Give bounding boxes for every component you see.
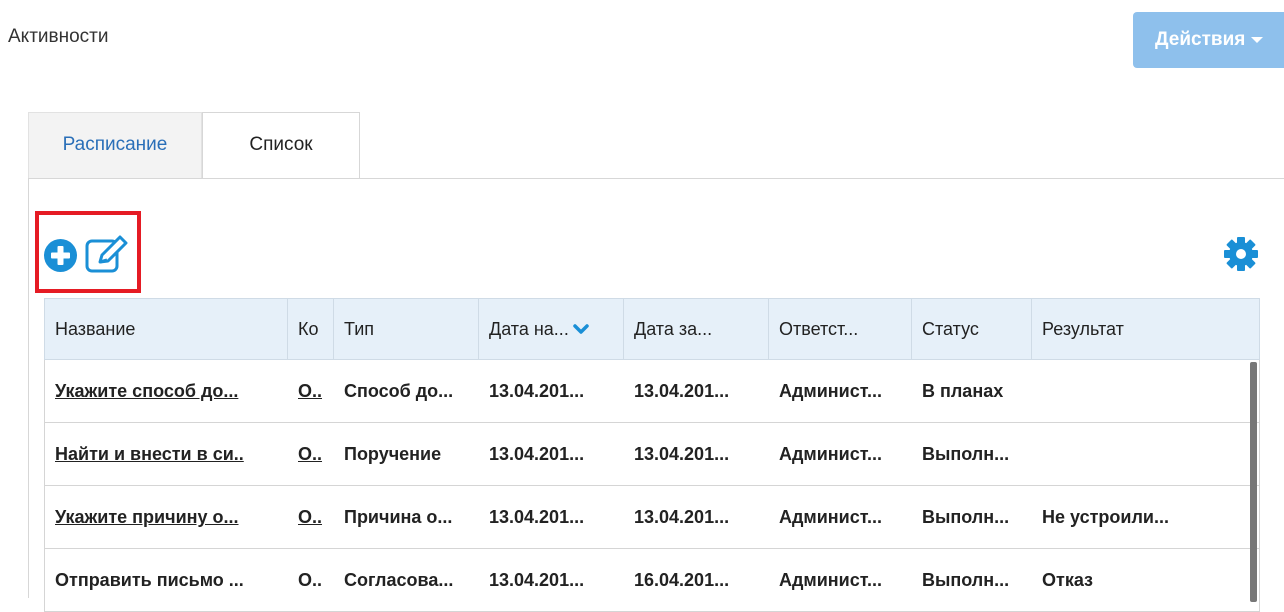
- activity-ko-link[interactable]: О..: [288, 360, 334, 422]
- activity-responsible: Админист...: [779, 507, 882, 527]
- column-header-responsible[interactable]: Ответст...: [769, 299, 912, 359]
- activities-table: Название Ко Тип Дата на... Дата за... От…: [44, 298, 1260, 612]
- activity-type: Поручение: [344, 444, 442, 464]
- edit-icon[interactable]: [85, 235, 129, 273]
- activity-status: Выполн...: [922, 444, 1010, 464]
- table-row[interactable]: Отправить письмо ... О.. Согласова... 13…: [44, 549, 1260, 612]
- settings-gear-icon[interactable]: [1224, 237, 1258, 271]
- activity-type: Причина о...: [344, 507, 453, 527]
- activity-start-date: 13.04.201...: [489, 570, 585, 590]
- activity-name[interactable]: Отправить письмо ...: [45, 549, 288, 611]
- activity-result: Отказ: [1042, 570, 1094, 590]
- activity-responsible: Админист...: [779, 570, 882, 590]
- sort-descending-icon[interactable]: [573, 324, 589, 336]
- activity-status: В планах: [922, 381, 1004, 401]
- activity-status: Выполн...: [922, 507, 1010, 527]
- activity-type: Способ до...: [344, 381, 454, 401]
- table-row[interactable]: Укажите способ до... О.. Способ до... 13…: [44, 360, 1260, 423]
- activity-type: Согласова...: [344, 570, 454, 590]
- tab-list[interactable]: Список: [202, 112, 360, 179]
- page-title: Активности: [8, 26, 109, 47]
- activity-result: Не устроили...: [1042, 507, 1169, 527]
- table-row[interactable]: Найти и внести в си.. О.. Поручение 13.0…: [44, 423, 1260, 486]
- activity-responsible: Админист...: [779, 381, 882, 401]
- table-scrollbar[interactable]: [1250, 362, 1257, 602]
- table-header: Название Ко Тип Дата на... Дата за... От…: [44, 298, 1260, 360]
- activity-end-date: 13.04.201...: [634, 381, 730, 401]
- activity-end-date: 16.04.201...: [634, 570, 730, 590]
- activity-name-link[interactable]: Укажите способ до...: [45, 360, 288, 422]
- activity-start-date: 13.04.201...: [489, 444, 585, 464]
- tab-bar: Расписание Список: [28, 112, 1284, 179]
- column-header-start-date[interactable]: Дата на...: [479, 299, 624, 359]
- activity-name-link[interactable]: Найти и внести в си..: [45, 423, 288, 485]
- column-header-end-date[interactable]: Дата за...: [624, 299, 769, 359]
- tab-schedule[interactable]: Расписание: [28, 112, 202, 178]
- activity-ko-link[interactable]: О..: [288, 423, 334, 485]
- column-header-name[interactable]: Название: [45, 299, 288, 359]
- start-date-header-label: Дата на...: [489, 319, 569, 339]
- activity-end-date: 13.04.201...: [634, 507, 730, 527]
- activity-result: [1032, 423, 1259, 485]
- activity-ko[interactable]: О..: [288, 549, 334, 611]
- activity-status: Выполн...: [922, 570, 1010, 590]
- activity-start-date: 13.04.201...: [489, 381, 585, 401]
- actions-button-label: Действия: [1155, 29, 1246, 50]
- activity-result: [1032, 360, 1259, 422]
- column-header-status[interactable]: Статус: [912, 299, 1032, 359]
- caret-down-icon: [1251, 36, 1264, 43]
- table-row[interactable]: Укажите причину о... О.. Причина о... 13…: [44, 486, 1260, 549]
- activity-ko-link[interactable]: О..: [288, 486, 334, 548]
- column-header-type[interactable]: Тип: [334, 299, 479, 359]
- actions-dropdown-button[interactable]: Действия: [1133, 12, 1284, 68]
- activity-responsible: Админист...: [779, 444, 882, 464]
- activity-end-date: 13.04.201...: [634, 444, 730, 464]
- column-header-ko[interactable]: Ко: [288, 299, 334, 359]
- activity-name-link[interactable]: Укажите причину о...: [45, 486, 288, 548]
- column-header-result[interactable]: Результат: [1032, 299, 1259, 359]
- add-circle-icon[interactable]: [44, 239, 77, 272]
- activity-start-date: 13.04.201...: [489, 507, 585, 527]
